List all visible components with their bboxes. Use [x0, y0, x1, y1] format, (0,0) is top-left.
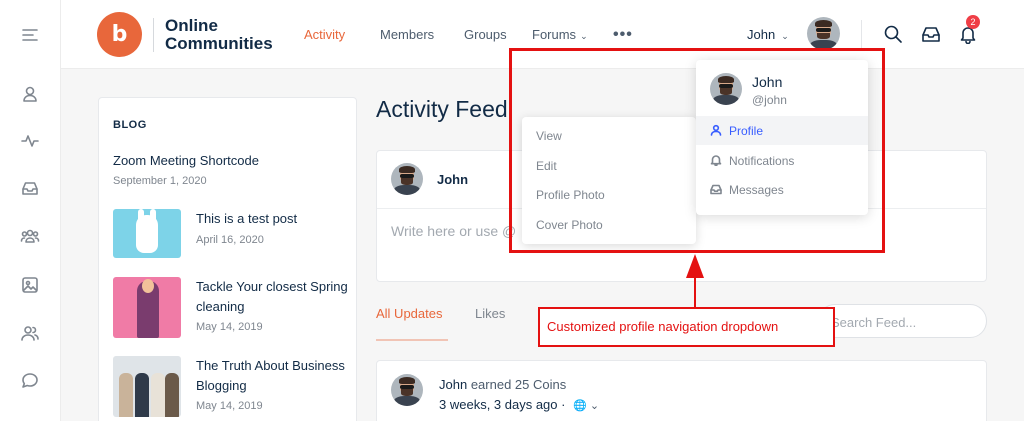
- inbox-icon[interactable]: [921, 24, 941, 44]
- user-name: John: [747, 27, 776, 42]
- post-thumbnail[interactable]: [113, 209, 181, 258]
- post-thumbnail[interactable]: [113, 356, 181, 417]
- active-tab-indicator: [376, 339, 448, 341]
- logo-divider: [153, 18, 154, 52]
- annotation-text: Customized profile navigation dropdown: [547, 319, 779, 334]
- blog-post-title[interactable]: Tackle Your closest Spring cleaning: [196, 277, 348, 317]
- more-menu-icon[interactable]: •••: [613, 26, 633, 44]
- activity-action: earned 25 Coins: [467, 377, 567, 392]
- search-feed-input[interactable]: Search Feed...: [818, 304, 987, 338]
- left-rail: [0, 0, 61, 421]
- site-title-line2: Communities: [165, 34, 273, 53]
- arrow-shaft: [694, 274, 696, 308]
- messages-icon[interactable]: [19, 177, 41, 199]
- post-thumbnail[interactable]: [113, 277, 181, 338]
- forums-icon[interactable]: [19, 370, 41, 392]
- chevron-down-icon: ⌄: [580, 31, 588, 41]
- site-title-line1: Online: [165, 16, 218, 35]
- widget-title: BLOG: [113, 119, 147, 131]
- nav-members[interactable]: Members: [380, 27, 434, 42]
- header-divider: [861, 20, 862, 48]
- tab-likes[interactable]: Likes: [475, 306, 505, 321]
- blog-post-date: September 1, 2020: [113, 175, 207, 187]
- page-title: Activity Feed: [376, 96, 508, 122]
- annotation-callout: Customized profile navigation dropdown: [538, 307, 835, 347]
- blog-widget: BLOG Zoom Meeting Shortcode September 1,…: [98, 97, 357, 421]
- nav-groups[interactable]: Groups: [464, 27, 507, 42]
- search-icon[interactable]: [883, 24, 903, 44]
- composer-user-name: John: [437, 172, 469, 187]
- activity-user-link[interactable]: John: [439, 377, 467, 392]
- activity-meta: 3 weeks, 3 days ago · 🌐 ⌄: [439, 397, 600, 412]
- activity-item: John earned 25 Coins 3 weeks, 3 days ago…: [376, 360, 987, 421]
- nav-forums[interactable]: Forums ⌄: [532, 27, 588, 42]
- highlight-box: [509, 48, 885, 253]
- members-icon[interactable]: [19, 322, 41, 344]
- tab-all-updates[interactable]: All Updates: [376, 306, 442, 321]
- profile-icon[interactable]: [19, 83, 41, 105]
- blog-post-date: May 14, 2019: [196, 400, 263, 412]
- menu-toggle-icon[interactable]: [19, 24, 41, 46]
- site-logo[interactable]: b: [97, 12, 142, 57]
- blog-post-title-line1: Tackle Your closest Spring: [196, 279, 348, 294]
- composer-input[interactable]: Write here or use @: [391, 223, 516, 239]
- blog-post-title-line1: The Truth About Business: [196, 358, 345, 373]
- activity-text: John earned 25 Coins: [439, 377, 566, 392]
- avatar: [391, 163, 423, 195]
- chevron-down-icon: ⌄: [781, 31, 789, 41]
- search-feed-placeholder: Search Feed...: [831, 315, 917, 330]
- activity-icon[interactable]: [19, 130, 41, 152]
- nav-forums-label: Forums: [532, 27, 577, 42]
- blog-post-title-line2: cleaning: [196, 299, 245, 314]
- notification-badge: 2: [966, 15, 980, 29]
- blog-post-date: May 14, 2019: [196, 321, 263, 333]
- blog-post-date: April 16, 2020: [196, 234, 264, 246]
- user-menu-toggle[interactable]: John ⌄: [747, 27, 789, 42]
- blog-post-title[interactable]: The Truth About Business Blogging: [196, 356, 345, 396]
- blog-post-title-line2: Blogging: [196, 378, 247, 393]
- logo-glyph: b: [111, 22, 128, 47]
- blog-post-title[interactable]: This is a test post: [196, 209, 297, 229]
- site-title[interactable]: Online Communities: [165, 17, 273, 53]
- groups-icon[interactable]: [19, 225, 41, 247]
- avatar[interactable]: [391, 374, 423, 406]
- privacy-globe-icon[interactable]: 🌐 ⌄: [573, 400, 599, 412]
- photos-icon[interactable]: [19, 274, 41, 296]
- nav-activity[interactable]: Activity: [304, 27, 345, 42]
- activity-timestamp[interactable]: 3 weeks, 3 days ago: [439, 397, 558, 412]
- avatar[interactable]: [807, 17, 840, 50]
- blog-post-title[interactable]: Zoom Meeting Shortcode: [113, 151, 259, 171]
